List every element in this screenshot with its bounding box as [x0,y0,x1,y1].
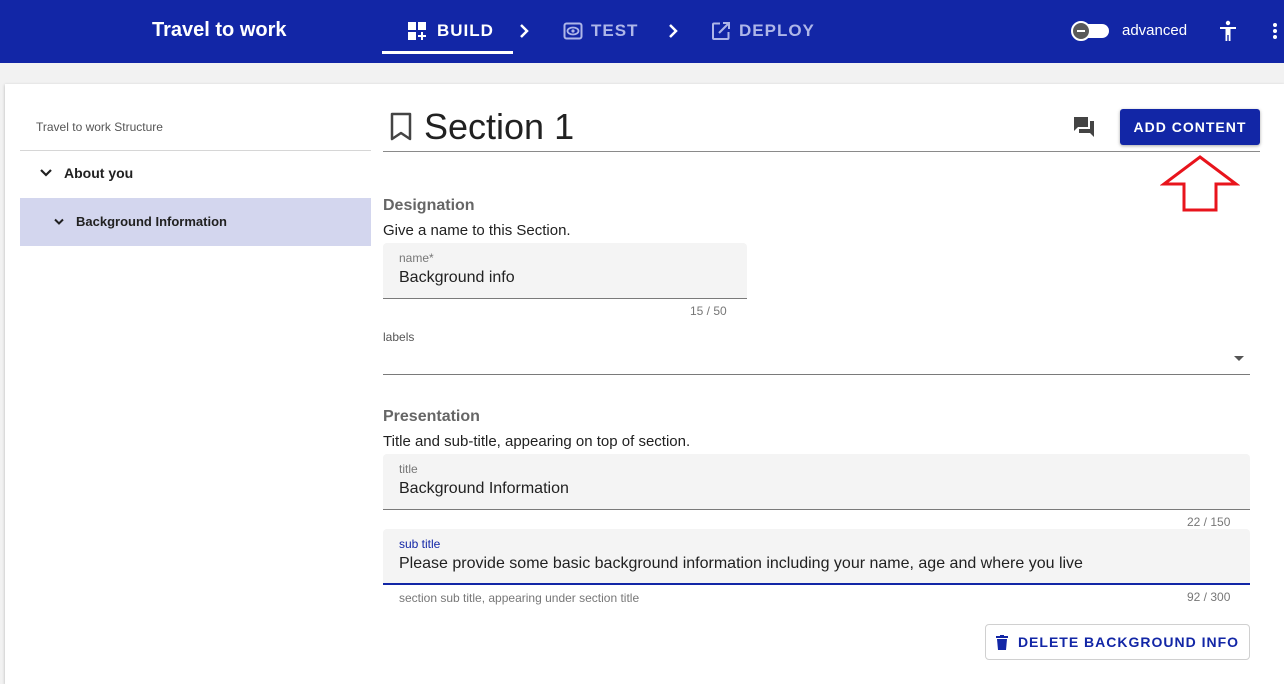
accessibility-icon[interactable] [1216,19,1240,43]
trash-icon [995,634,1008,650]
name-field-label: name* [399,251,434,265]
title-field-value[interactable]: Background Information [399,480,569,498]
tab-deploy[interactable]: DEPLOY [711,20,815,42]
add-content-button[interactable]: ADD CONTENT [1120,109,1260,145]
labels-select[interactable]: labels [383,330,1250,375]
structure-heading: Travel to work Structure [36,120,163,134]
presentation-heading: Presentation [383,408,480,425]
advanced-label: advanced [1122,22,1188,39]
active-tab-indicator [382,51,513,54]
eye-icon [563,22,583,40]
subtitle-char-counter: 92 / 300 [1187,590,1231,604]
delete-section-button[interactable]: DELETE BACKGROUND INFO [985,624,1250,660]
toggle-thumb [1071,21,1091,41]
name-field-value[interactable]: Background info [399,269,515,287]
tab-build[interactable]: BUILD [407,20,494,42]
bookmark-icon [390,112,412,141]
chevron-right-icon [669,24,678,38]
labels-select-label: labels [383,330,415,344]
section-title: Section 1 [424,106,575,147]
arrow-up-annotation [1160,155,1240,212]
tab-test[interactable]: TEST [563,20,638,42]
title-field[interactable]: title Background Information [383,454,1250,510]
subtitle-hint: section sub title, appearing under secti… [399,591,640,605]
chevron-down-icon[interactable] [38,165,54,181]
designation-description: Give a name to this Section. [383,222,571,239]
name-field[interactable]: name* Background info [383,243,747,299]
tab-build-label: BUILD [437,21,494,40]
subtitle-field[interactable]: sub title Please provide some basic back… [383,529,1250,585]
delete-button-label: DELETE BACKGROUND INFO [1017,634,1240,650]
subtitle-field-label: sub title [399,537,441,551]
designation-heading: Designation [383,197,475,214]
tree-item-about-you[interactable]: About you [38,165,133,181]
title-char-counter: 22 / 150 [1187,515,1231,529]
advanced-toggle[interactable] [1071,21,1109,41]
tab-test-label: TEST [591,21,639,40]
tree-item-background-information[interactable]: Background Information [52,214,227,229]
build-grid-icon [408,22,426,40]
tree-item-label: Background Information [76,214,227,229]
divider [20,150,371,151]
tree-item-label: About you [64,165,134,181]
title-field-label: title [399,462,418,476]
chevron-right-icon [520,24,529,38]
divider [383,151,1260,152]
name-char-counter: 15 / 50 [690,304,727,318]
editor-card [5,84,1284,684]
app-bar: Travel to work BUILD TEST DEPLOY advance… [0,0,1284,63]
dropdown-arrow-icon[interactable] [1234,356,1244,361]
comments-icon[interactable] [1073,116,1095,138]
app-title: Travel to work [152,19,287,41]
tab-deploy-label: DEPLOY [739,21,815,40]
presentation-description: Title and sub-title, appearing on top of… [383,433,691,450]
more-vert-icon[interactable] [1271,21,1279,41]
chevron-down-icon[interactable] [52,215,66,229]
subtitle-field-value[interactable]: Please provide some basic background inf… [399,555,1083,573]
open-external-icon [712,22,730,40]
